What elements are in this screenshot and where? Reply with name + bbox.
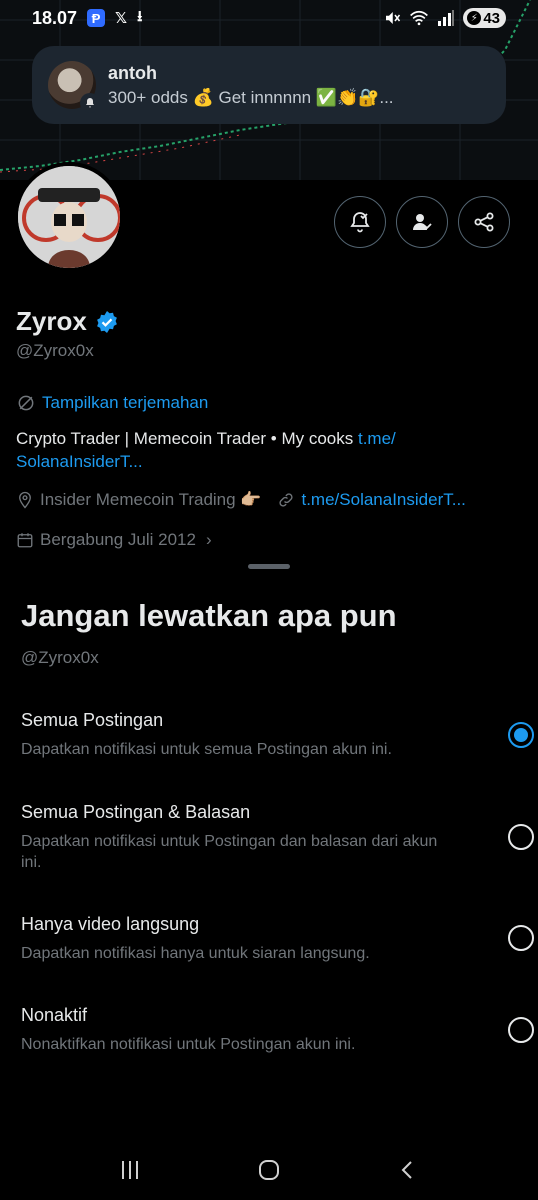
option-title: Semua Postingan — [21, 710, 164, 730]
profile-bio: Crypto Trader | Memecoin Trader • My coo… — [16, 427, 456, 473]
option-desc: Nonaktifkan notifikasi untuk Postingan a… — [21, 1036, 356, 1053]
sheet-drag-handle[interactable] — [248, 564, 290, 569]
recent-apps-button[interactable] — [110, 1150, 150, 1190]
option-desc: Dapatkan notifikasi hanya untuk siaran l… — [21, 945, 370, 962]
location-icon — [19, 491, 31, 509]
profile-joined: Bergabung Juli 2012 — [40, 530, 196, 549]
signal-icon — [437, 10, 455, 26]
mute-icon — [383, 9, 401, 27]
recent-apps-icon — [121, 1161, 138, 1179]
bio-text: Crypto Trader | Memecoin Trader • My coo… — [16, 429, 358, 448]
bell-check-icon — [350, 212, 370, 233]
profile-website[interactable]: t.me/SolanaInsiderT... — [301, 490, 465, 510]
notification-bell-button[interactable] — [334, 196, 386, 248]
radio-posts-and-replies[interactable] — [508, 824, 534, 850]
radio-live-video-only[interactable] — [508, 925, 534, 951]
translate-label: Tampilkan terjemahan — [42, 393, 209, 412]
home-button[interactable] — [249, 1150, 289, 1190]
sheet-title: Jangan lewatkan apa pun — [21, 598, 397, 633]
notification-avatar — [48, 61, 100, 113]
option-desc: Dapatkan notifikasi untuk Postingan dan … — [21, 833, 438, 871]
p-app-icon: Ᵽ — [87, 9, 106, 27]
profile-joined-row[interactable]: Bergabung Juli 2012 › — [16, 530, 212, 550]
status-bar: 18.07 Ᵽ 𝕏 ⭳ ⚡ 43 — [0, 0, 538, 36]
radio-off[interactable] — [508, 1017, 534, 1043]
link-icon — [279, 493, 294, 507]
calendar-icon — [17, 533, 33, 548]
download-icon: ⭳ — [137, 7, 143, 25]
verified-badge-icon[interactable] — [95, 310, 119, 334]
profile-name: Zyrox — [16, 306, 119, 337]
option-posts-and-replies[interactable]: Semua Postingan & Balasan Dapatkan notif… — [21, 802, 521, 873]
notification-settings-sheet: Jangan lewatkan apa pun @Zyrox0x Semua P… — [0, 556, 538, 1200]
bell-icon — [80, 93, 100, 113]
display-name: Zyrox — [16, 306, 87, 336]
sheet-handle: @Zyrox0x — [21, 648, 99, 667]
option-live-video-only[interactable]: Hanya video langsung Dapatkan notifikasi… — [21, 914, 521, 964]
option-title: Semua Postingan & Balasan — [21, 802, 251, 822]
avatar-image — [18, 166, 120, 268]
wifi-icon — [409, 9, 429, 27]
chevron-right-icon: › — [205, 530, 212, 549]
notification-title: antoh — [108, 62, 157, 83]
notification-body: 300+ odds 💰 Get innnnnn ✅👏🔐... — [108, 87, 394, 107]
clock: 18.07 — [32, 7, 78, 28]
profile-meta-location-row: Insider Memecoin Trading 👉🏼 t.me/SolanaI… — [16, 490, 466, 510]
profile-avatar[interactable] — [14, 162, 124, 272]
back-icon — [401, 1161, 413, 1179]
option-title: Nonaktif — [21, 1005, 88, 1025]
battery-level: 43 — [483, 9, 500, 27]
option-all-posts[interactable]: Semua Postingan Dapatkan notifikasi untu… — [21, 710, 521, 760]
user-check-icon — [413, 214, 432, 230]
battery-icon: ⚡ 43 — [463, 8, 506, 28]
profile-handle: @Zyrox0x — [16, 341, 94, 360]
option-desc: Dapatkan notifikasi untuk semua Postinga… — [21, 741, 392, 758]
system-navigation-bar — [0, 1140, 538, 1200]
profile-location: Insider Memecoin Trading 👉🏼 — [40, 490, 262, 509]
notification-card[interactable]: antoh 300+ odds 💰 Get innnnnn ✅👏🔐... — [32, 46, 506, 124]
back-button[interactable] — [388, 1150, 428, 1190]
radio-all-posts[interactable] — [508, 722, 534, 748]
option-off[interactable]: Nonaktif Nonaktifkan notifikasi untuk Po… — [21, 1005, 521, 1055]
following-button[interactable] — [396, 196, 448, 248]
translate-link[interactable]: Tampilkan terjemahan — [16, 393, 208, 413]
option-title: Hanya video langsung — [21, 914, 200, 934]
home-icon — [258, 1160, 279, 1180]
share-button[interactable] — [458, 196, 510, 248]
translate-icon — [18, 395, 34, 411]
x-icon: 𝕏 — [115, 10, 128, 27]
share-icon — [474, 212, 494, 232]
